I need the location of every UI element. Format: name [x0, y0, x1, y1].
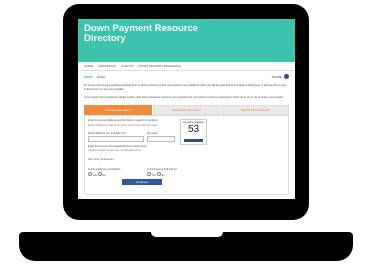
first-time-yes-radio[interactable] [88, 172, 92, 176]
second-home-yes-label: Yes [151, 174, 156, 177]
tab-bar: Property Information Household Informati… [84, 105, 290, 115]
breadcrumb: HOME MARKETING CLIENTS DOWN PAYMENT RESO… [78, 62, 295, 71]
crumb-clients[interactable]: CLIENTS [121, 64, 134, 68]
laptop-screen: Down Payment Resource Directory HOME MAR… [78, 19, 295, 199]
second-home-question: Is this home a 2nd home? [147, 168, 177, 171]
share-icon [284, 74, 289, 79]
continue-button[interactable]: Continue [122, 179, 162, 185]
advanced-link[interactable]: Add more preferences [88, 158, 114, 161]
second-home-no-label: No [161, 174, 165, 177]
page-header: Down Payment Resource Directory [78, 19, 295, 62]
crumb-current: DOWN PAYMENT RESOURCE [138, 64, 181, 68]
first-time-yes-label: Yes [92, 174, 97, 177]
property-panel: Enter the Home Address and Zip Code to s… [84, 115, 289, 195]
tab-special[interactable]: Special Circumstances [221, 105, 290, 115]
print-link[interactable]: PRINT [84, 75, 93, 79]
first-time-question: Is this a first time purchase? [88, 168, 121, 171]
view-programs-button[interactable] [184, 139, 203, 142]
tab-household[interactable]: Household Information [152, 105, 221, 115]
question-address-note: Either Address as well as an entry to th… [88, 124, 157, 127]
question-address: Enter the Home Address and Zip Code to s… [88, 119, 158, 122]
intro-paragraph-2: If you need to find assistance call the … [84, 96, 284, 99]
program-count-box: Programs Available 53 [180, 119, 207, 145]
share-button[interactable]: SHARE [272, 74, 289, 79]
first-time-options: Yes No [88, 172, 106, 177]
intro-paragraph-1: To access the buying assistance pending … [84, 84, 287, 91]
email-link[interactable]: EMAIL [97, 75, 106, 79]
address-label: Street Address (ex. 123 Main St.) [88, 132, 127, 135]
tab-property[interactable]: Property Information [84, 105, 152, 115]
share-label: SHARE [271, 74, 282, 79]
county-note: Choose location below only ok with Alter… [88, 149, 142, 152]
zip-label: Zip Code [147, 132, 158, 135]
first-time-no-label: No [102, 174, 106, 177]
crumb-home[interactable]: HOME [84, 64, 93, 68]
laptop-notch [151, 232, 223, 237]
address-input[interactable] [88, 136, 144, 142]
toolbar: PRINT EMAIL SHARE [78, 71, 295, 82]
second-home-yes-radio[interactable] [147, 172, 151, 176]
crumb-marketing[interactable]: MARKETING [98, 64, 116, 68]
county-question: Enter the County (city neighborhood or s… [88, 145, 147, 148]
page-title: Down Payment Resource Directory [84, 23, 199, 44]
program-count-value: 53 [187, 124, 200, 135]
zip-input[interactable] [147, 136, 175, 142]
second-home-options: Yes No [147, 172, 165, 177]
